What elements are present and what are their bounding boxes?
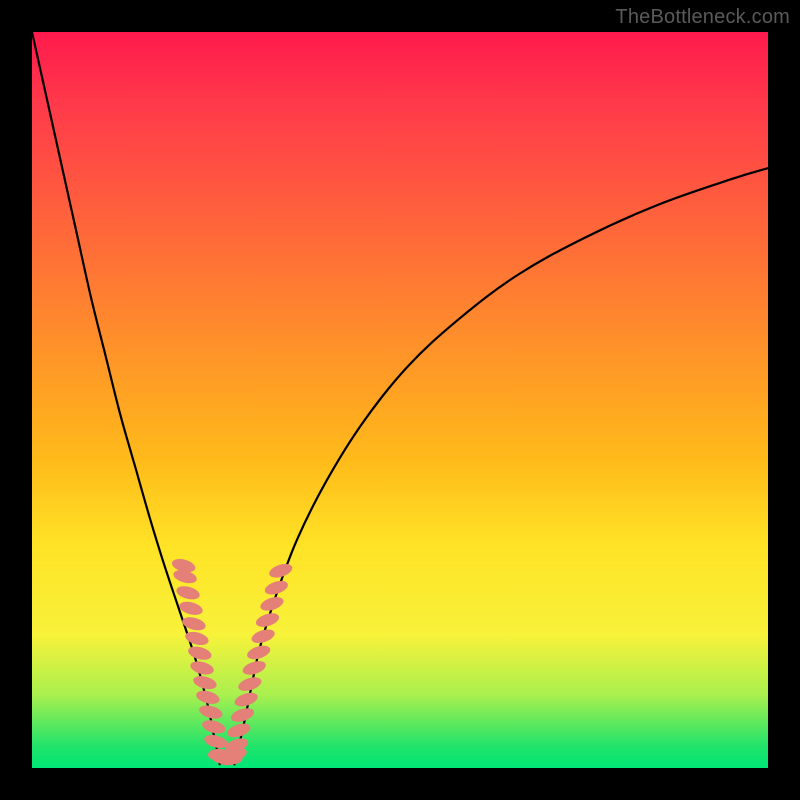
marker-layer [170,557,294,765]
chart-frame: TheBottleneck.com [0,0,800,800]
marker-bead [245,643,272,662]
marker-bead [268,561,295,580]
marker-bead [233,690,260,709]
marker-bead [189,659,215,677]
marker-bead [229,706,256,725]
marker-bead [181,615,207,633]
marker-bead [226,721,253,740]
curve-layer [32,32,768,764]
watermark-text: TheBottleneck.com [615,6,790,29]
marker-bead [192,674,218,692]
marker-bead [220,752,242,764]
chart-svg [32,32,768,768]
curve-right-curve [234,168,768,764]
marker-bead [175,584,201,602]
marker-bead [254,611,281,630]
plot-area [32,32,768,768]
marker-bead [250,627,277,646]
